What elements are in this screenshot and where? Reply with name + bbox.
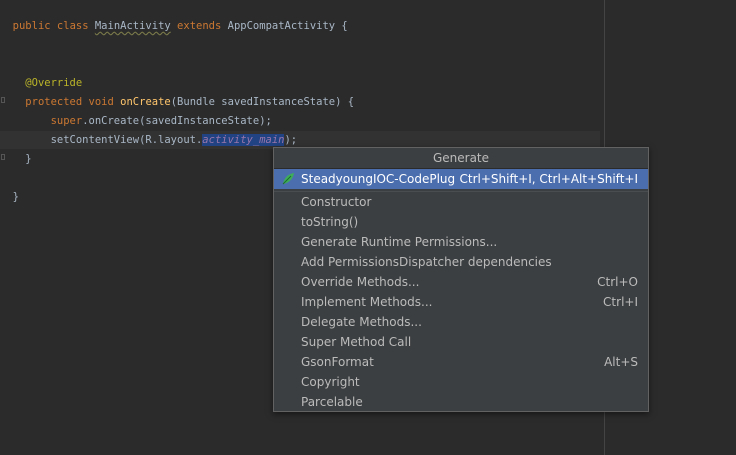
menu-item-label: Parcelable: [301, 395, 363, 409]
code-line-oncreate-signature[interactable]: protected void onCreate(Bundle savedInst…: [0, 93, 600, 111]
keyword-class: class: [56, 20, 89, 32]
menu-item-label: toString(): [301, 215, 359, 229]
generate-popup[interactable]: Generate SteadyoungIOC-CodePlug Ctrl+Shi…: [273, 147, 649, 412]
menu-item-shortcut: Alt+S: [604, 355, 638, 369]
method-params: (Bundle savedInstanceState) {: [170, 96, 355, 108]
keyword-extends: extends: [177, 20, 222, 32]
menu-item-label: Super Method Call: [301, 335, 412, 349]
super-call-text: .onCreate(savedInstanceState);: [82, 115, 272, 127]
menu-item-label: Override Methods...: [301, 275, 420, 289]
keyword-public: public: [12, 20, 51, 32]
leaf-icon: [282, 173, 294, 185]
menu-item-add-permissionsdispatcher[interactable]: Add PermissionsDispatcher dependencies: [274, 252, 648, 272]
menu-item-steadyoung-codeplug[interactable]: SteadyoungIOC-CodePlug Ctrl+Shift+I, Ctr…: [274, 169, 648, 189]
menu-item-delegate-methods[interactable]: Delegate Methods...: [274, 312, 648, 332]
menu-item-super-method-call[interactable]: Super Method Call: [274, 332, 648, 352]
menu-item-shortcut: Ctrl+I: [603, 295, 638, 309]
menu-item-label: Implement Methods...: [301, 295, 433, 309]
popup-title: Generate: [274, 148, 648, 169]
selected-field-activity-main: activity_main: [202, 134, 285, 146]
superclass-name: AppCompatActivity {: [227, 20, 348, 32]
menu-item-gsonformat[interactable]: GsonFormat Alt+S: [274, 352, 648, 372]
code-line-class-declaration[interactable]: public class MainActivity extends AppCom…: [0, 17, 600, 35]
menu-item-tostring[interactable]: toString(): [274, 212, 648, 232]
class-close-brace: }: [12, 191, 19, 203]
menu-item-shortcut: Ctrl+O: [597, 275, 638, 289]
menu-item-label: Constructor: [301, 195, 372, 209]
code-line-super-call[interactable]: super.onCreate(savedInstanceState);: [0, 112, 600, 130]
menu-item-implement-methods[interactable]: Implement Methods... Ctrl+I: [274, 292, 648, 312]
set-content-view-text: setContentView(R.layout.: [50, 134, 203, 146]
keyword-void: void: [88, 96, 114, 108]
menu-item-copyright[interactable]: Copyright: [274, 372, 648, 392]
menu-item-label: SteadyoungIOC-CodePlug: [301, 172, 456, 186]
menu-item-label: Delegate Methods...: [301, 315, 422, 329]
method-close-brace: }: [25, 153, 32, 165]
keyword-protected: protected: [25, 96, 83, 108]
code-line-override-annotation[interactable]: @Override: [0, 74, 600, 92]
menu-item-constructor[interactable]: Constructor: [274, 192, 648, 212]
menu-item-label: Add PermissionsDispatcher dependencies: [301, 255, 552, 269]
menu-item-parcelable[interactable]: Parcelable: [274, 392, 648, 412]
method-name: onCreate: [120, 96, 171, 108]
menu-item-shortcut: Ctrl+Shift+I, Ctrl+Alt+Shift+I: [459, 172, 638, 186]
menu-item-label: Copyright: [301, 375, 360, 389]
class-name: MainActivity: [94, 20, 171, 32]
statement-end: );: [284, 134, 298, 146]
menu-item-generate-runtime-permissions[interactable]: Generate Runtime Permissions...: [274, 232, 648, 252]
menu-item-label: GsonFormat: [301, 355, 374, 369]
menu-item-label: Generate Runtime Permissions...: [301, 235, 498, 249]
menu-item-override-methods[interactable]: Override Methods... Ctrl+O: [274, 272, 648, 292]
keyword-super: super: [50, 115, 83, 127]
override-annotation: @Override: [25, 77, 83, 89]
